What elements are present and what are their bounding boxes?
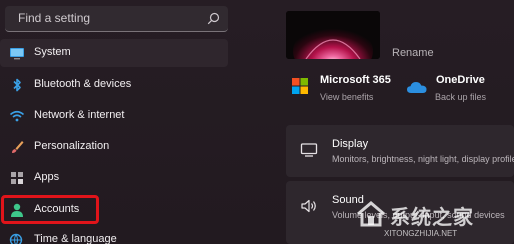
sidebar-item-label: Bluetooth & devices <box>34 78 132 90</box>
sidebar-item-time-language[interactable]: Time & language <box>0 226 228 244</box>
settings-window: System Bluetooth & devices Network & int… <box>0 0 514 244</box>
microsoft-logo-icon <box>292 78 308 94</box>
sidebar-item-bluetooth[interactable]: Bluetooth & devices <box>0 71 228 99</box>
sidebar-item-apps[interactable]: Apps <box>0 164 228 192</box>
display-card-subtitle: Monitors, brightness, night light, displ… <box>332 154 514 164</box>
house-logo-icon <box>357 201 385 227</box>
sidebar-item-system[interactable]: System <box>0 39 228 67</box>
rename-link[interactable]: Rename <box>392 47 434 59</box>
bluetooth-icon <box>13 78 21 92</box>
onedrive-cloud-icon <box>407 82 427 93</box>
apps-icon <box>11 172 23 184</box>
search-input[interactable] <box>5 6 208 30</box>
microsoft365-subtitle: View benefits <box>320 92 374 102</box>
display-icon <box>300 143 318 157</box>
watermark-text: 系统之家 <box>390 207 474 229</box>
speaker-icon <box>301 199 316 213</box>
watermark-url: XITONGZHIJIA.NET <box>384 229 458 238</box>
search-icon[interactable] <box>207 12 220 25</box>
sidebar-item-label: System <box>34 46 71 58</box>
site-watermark: 系统之家 XITONGZHIJIA.NET <box>354 197 514 244</box>
sidebar-item-label: Apps <box>34 171 60 183</box>
microsoft365-title[interactable]: Microsoft 365 <box>320 74 391 86</box>
search-box[interactable] <box>5 6 228 32</box>
onedrive-subtitle: Back up files <box>435 92 487 102</box>
sidebar-item-personalization[interactable]: Personalization <box>0 133 228 161</box>
wifi-icon <box>9 110 25 122</box>
display-card-title: Display <box>332 138 369 150</box>
sidebar-item-label: Time & language <box>34 233 117 244</box>
globe-clock-icon <box>9 233 23 244</box>
accounts-highlight-frame <box>1 195 99 224</box>
brush-icon <box>12 141 24 153</box>
onedrive-title[interactable]: OneDrive <box>436 74 485 86</box>
wallpaper-bloom-image <box>286 11 380 59</box>
monitor-icon <box>10 48 24 60</box>
sidebar-item-network[interactable]: Network & internet <box>0 102 228 130</box>
sidebar-item-label: Network & internet <box>34 109 125 121</box>
device-wallpaper-thumbnail[interactable] <box>286 11 380 59</box>
display-card[interactable]: Display Monitors, brightness, night ligh… <box>286 125 514 177</box>
sidebar-item-label: Personalization <box>34 140 110 152</box>
